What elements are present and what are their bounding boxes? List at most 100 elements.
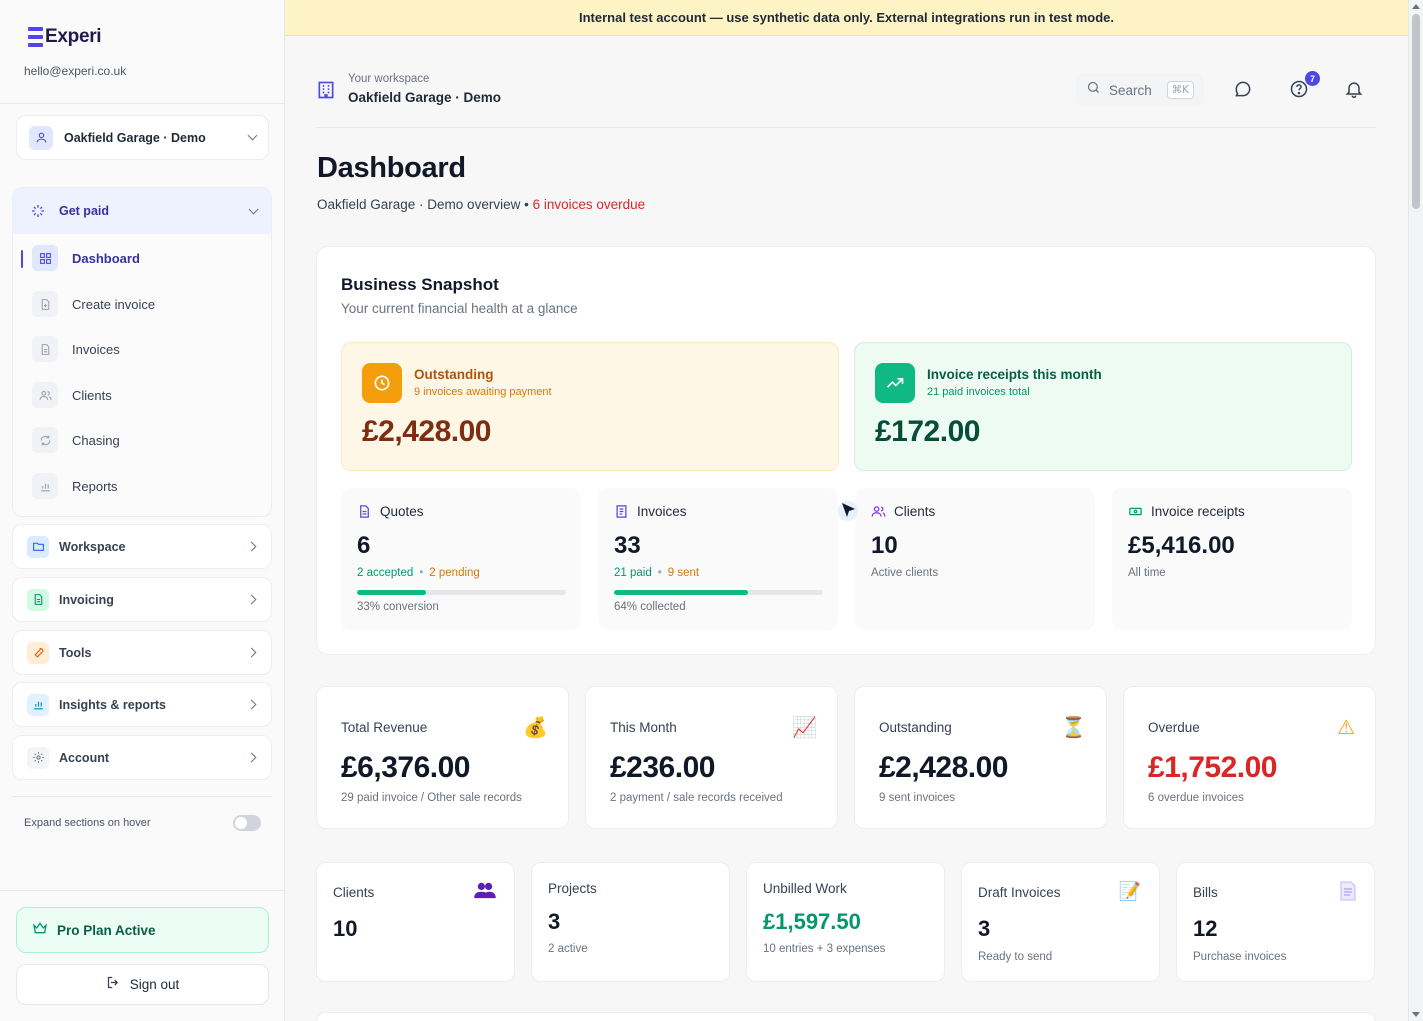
- search-label: Search: [1109, 82, 1152, 98]
- stat-outstanding[interactable]: Outstanding ⏳ £2,428.00 9 sent invoices: [854, 686, 1107, 829]
- hero-title: Outstanding: [414, 367, 494, 382]
- invoices-header: Invoices: [614, 504, 687, 519]
- stat-total-revenue[interactable]: Total Revenue 💰 £6,376.00 29 paid invoic…: [316, 686, 569, 829]
- sign-out-button[interactable]: Sign out: [16, 964, 269, 1005]
- card-value: 3: [548, 909, 561, 934]
- receipts-month-hero-card[interactable]: Invoice receipts this month 21 paid invo…: [854, 342, 1352, 471]
- divider: [12, 796, 272, 797]
- sidebar-section-tools[interactable]: Tools: [12, 630, 272, 675]
- sidebar-item-create-invoice[interactable]: Create invoice: [32, 288, 262, 320]
- page-title: Dashboard: [317, 152, 466, 184]
- active-indicator: [21, 250, 23, 268]
- sidebar-section-account[interactable]: Account: [12, 735, 272, 780]
- hero-value: £2,428.00: [362, 415, 491, 448]
- people-icon: [474, 881, 496, 904]
- sidebar-item-dashboard[interactable]: Dashboard: [32, 242, 262, 274]
- sidebar-section-workspace[interactable]: Workspace: [12, 524, 272, 569]
- scroll-down-icon[interactable]: [1412, 1012, 1420, 1017]
- pro-plan-badge[interactable]: Pro Plan Active: [16, 907, 269, 953]
- stat-value: £6,376.00: [341, 751, 470, 784]
- quotes-conversion: 33% conversion: [357, 601, 439, 613]
- page-subtitle: Oakfield Garage · Demo overview • 6 invo…: [317, 197, 645, 212]
- workspace-caption: Your workspace: [348, 73, 430, 85]
- card-value: 12: [1193, 916, 1218, 941]
- invoices-card[interactable]: Invoices 33 21 paid • 9 sent 64% collected: [598, 488, 838, 630]
- page-scrollbar[interactable]: [1408, 0, 1423, 1021]
- top-bar: Your workspace Oakfield Garage · Demo Se…: [316, 68, 1376, 128]
- brand-logo[interactable]: Experi: [28, 26, 102, 48]
- card-projects[interactable]: Projects 3 2 active: [531, 862, 730, 982]
- building-icon: [316, 80, 336, 105]
- scroll-up-icon[interactable]: [1412, 4, 1420, 9]
- stat-title: Total Revenue: [341, 720, 428, 735]
- invoices-progress-bar: [614, 590, 823, 595]
- stat-meta: 2 payment / sale records received: [610, 792, 783, 804]
- help-button[interactable]: 7: [1286, 71, 1320, 104]
- stat-title: Outstanding: [879, 720, 952, 735]
- card-meta: Purchase invoices: [1193, 951, 1287, 963]
- receipts-label: Invoice receipts: [1151, 504, 1245, 519]
- chevron-right-icon: [246, 541, 257, 552]
- messages-button[interactable]: [1230, 78, 1256, 104]
- card-value: £1,597.50: [763, 909, 861, 934]
- card-clients[interactable]: Clients 10: [316, 862, 515, 982]
- card-meta: Ready to send: [978, 951, 1053, 963]
- expand-on-hover-toggle[interactable]: [233, 815, 261, 831]
- search-icon: [1086, 80, 1101, 100]
- stat-meta: 29 paid invoice / Other sale records: [341, 792, 522, 804]
- chevron-right-icon: [246, 647, 257, 658]
- card-unbilled-work[interactable]: Unbilled Work £1,597.50 10 entries + 3 e…: [746, 862, 945, 982]
- card-meta: 10 entries + 3 expenses: [763, 943, 886, 955]
- stat-meta: 6 overdue invoices: [1148, 792, 1244, 804]
- stat-overdue[interactable]: Overdue ⚠ £1,752.00 6 overdue invoices: [1123, 686, 1376, 829]
- section-label: Insights & reports: [59, 697, 166, 712]
- section-label: Invoicing: [59, 592, 114, 607]
- workspace-selector[interactable]: Oakfield Garage · Demo: [16, 115, 269, 160]
- sidebar-item-invoices[interactable]: Invoices: [32, 333, 262, 365]
- stat-meta: 9 sent invoices: [879, 792, 956, 804]
- section-label: Tools: [59, 645, 92, 660]
- clients-value: 10: [871, 532, 898, 559]
- sidebar-item-chasing[interactable]: Chasing: [32, 424, 262, 456]
- invoices-paid: 21 paid: [614, 567, 652, 579]
- cash-icon: [1129, 507, 1142, 516]
- notifications-button[interactable]: [1341, 78, 1367, 104]
- clock-icon: [362, 363, 402, 403]
- invoice-receipts-card[interactable]: Invoice receipts £5,416.00 All time: [1112, 488, 1352, 630]
- divider: [0, 103, 284, 104]
- meta-dot: •: [419, 567, 424, 579]
- chevron-right-icon: [246, 699, 257, 710]
- trend-up-icon: [875, 363, 915, 403]
- card-draft-invoices[interactable]: Draft Invoices 📝 3 Ready to send: [961, 862, 1160, 982]
- get-paid-header[interactable]: Get paid: [13, 188, 271, 234]
- sign-out-label: Sign out: [129, 977, 180, 992]
- expand-on-hover-label: Expand sections on hover: [24, 817, 151, 829]
- crown-icon: [32, 920, 48, 941]
- stat-value: £236.00: [610, 751, 715, 784]
- card-title: Draft Invoices: [978, 885, 1061, 900]
- receipts-value: £5,416.00: [1128, 532, 1235, 559]
- help-badge: 7: [1305, 71, 1320, 86]
- clients-card[interactable]: Clients 10 Active clients: [855, 488, 1095, 630]
- memo-icon: 📝: [1118, 881, 1141, 902]
- search-button[interactable]: Search ⌘K: [1076, 73, 1204, 107]
- chart-up-icon: 📈: [792, 715, 817, 739]
- hourglass-icon: ⏳: [1061, 715, 1086, 739]
- grid-icon: [32, 245, 58, 271]
- outstanding-hero-card[interactable]: Outstanding 9 invoices awaiting payment …: [341, 342, 839, 471]
- quotes-pending: 2 pending: [429, 567, 480, 579]
- scrollbar-thumb[interactable]: [1412, 14, 1420, 209]
- sidebar-item-clients[interactable]: Clients: [32, 379, 262, 411]
- card-bills[interactable]: Bills 12 Purchase invoices: [1176, 862, 1375, 982]
- sidebar-item-reports[interactable]: Reports: [32, 470, 262, 502]
- quotes-card[interactable]: Quotes 6 2 accepted • 2 pending 33% conver…: [341, 488, 581, 630]
- sidebar-section-invoicing[interactable]: Invoicing: [12, 577, 272, 622]
- workspace-selector-label: Oakfield Garage · Demo: [64, 130, 206, 145]
- user-icon: [29, 125, 53, 150]
- sidebar-section-insights[interactable]: Insights & reports: [12, 682, 272, 727]
- test-mode-banner: Internal test account — use synthetic da…: [285, 0, 1408, 36]
- chevron-down-icon: [248, 204, 259, 214]
- overdue-link[interactable]: 6 invoices overdue: [533, 197, 646, 212]
- card-title: Bills: [1193, 885, 1218, 900]
- stat-this-month[interactable]: This Month 📈 £236.00 2 payment / sale re…: [585, 686, 838, 829]
